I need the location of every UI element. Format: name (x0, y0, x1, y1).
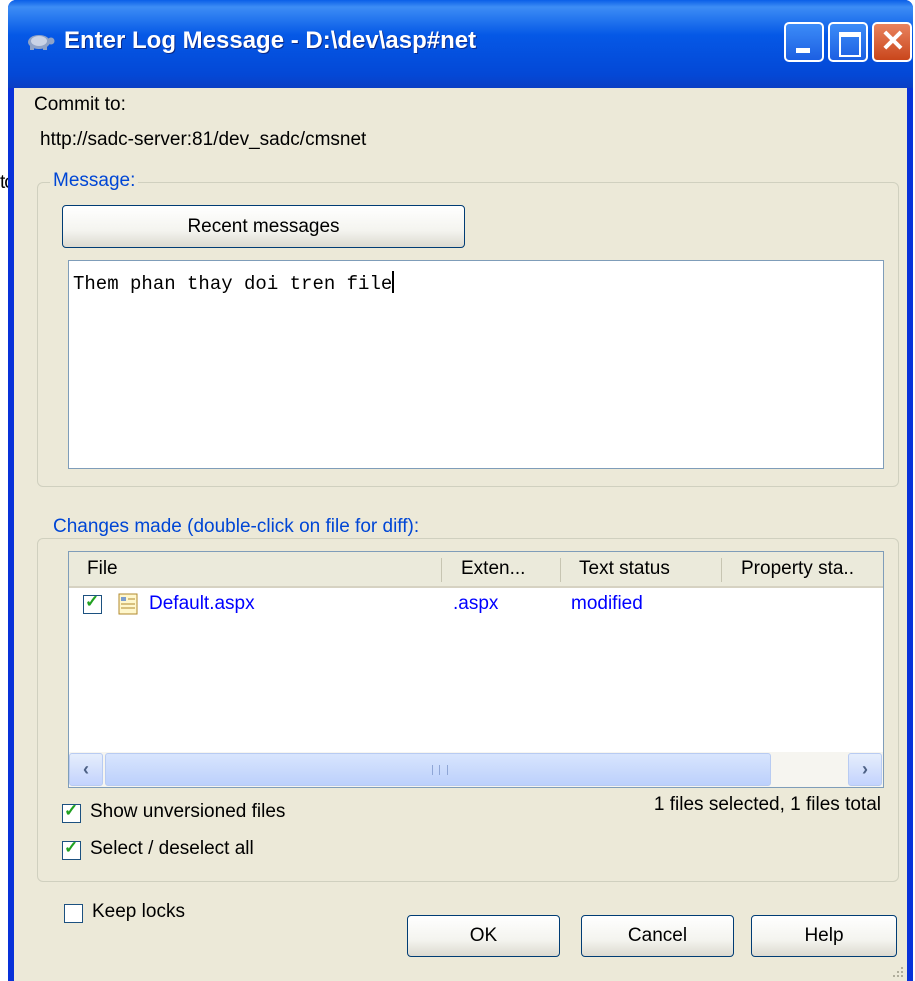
file-checkbox[interactable]: ✓ (83, 592, 102, 614)
show-unversioned-checkbox[interactable]: ✓ (62, 801, 81, 823)
column-divider[interactable] (721, 558, 722, 582)
ok-button[interactable]: OK (407, 915, 560, 957)
log-message-input[interactable]: Them phan thay doi tren file (68, 260, 884, 469)
select-all-label: Select / deselect all (90, 838, 254, 859)
file-extension: .aspx (453, 593, 499, 614)
message-group-legend: Message: (50, 170, 139, 192)
close-icon: ✕ (880, 25, 906, 58)
scrollbar-thumb[interactable] (105, 753, 771, 786)
check-icon: ✓ (64, 801, 79, 820)
file-icon (118, 593, 138, 615)
close-button[interactable]: ✕ (872, 22, 912, 62)
keep-locks-checkbox[interactable] (64, 904, 83, 923)
recent-messages-button[interactable]: Recent messages (62, 205, 465, 248)
column-divider[interactable] (560, 558, 561, 582)
scroll-left-button[interactable]: ‹ (69, 753, 103, 786)
scroll-right-button[interactable]: › (848, 753, 882, 786)
window-title: Enter Log Message - D:\dev\asp#net (64, 27, 477, 54)
help-button[interactable]: Help (751, 915, 897, 957)
column-divider[interactable] (441, 558, 442, 582)
horizontal-scrollbar[interactable]: ‹ › (69, 752, 883, 787)
commit-to-label: Commit to: (34, 94, 126, 115)
file-name: Default.aspx (149, 593, 255, 614)
file-text-status: modified (571, 593, 643, 614)
commit-url: http://sadc-server:81/dev_sadc/cmsnet (40, 129, 367, 150)
dialog-client-area: Commit to: http://sadc-server:81/dev_sad… (14, 88, 907, 981)
chevron-right-icon: › (862, 759, 868, 779)
maximize-icon (839, 32, 861, 57)
check-icon: ✓ (64, 838, 79, 857)
log-message-text: Them phan thay doi tren file (73, 273, 393, 295)
changes-group-legend: Changes made (double-click on file for d… (50, 516, 423, 538)
resize-grip-icon[interactable] (891, 965, 905, 979)
minimize-icon (796, 48, 810, 53)
chevron-left-icon: ‹ (83, 759, 89, 779)
changes-list[interactable]: File Exten... Text status Property sta..… (68, 551, 884, 788)
log-message-dialog: Enter Log Message - D:\dev\asp#net ✕ Com… (8, 0, 913, 981)
text-caret (392, 271, 395, 293)
table-row[interactable]: ✓ Default.aspx .aspx modified (69, 588, 883, 620)
grip-icon (432, 765, 448, 775)
tortoise-app-icon (28, 35, 55, 50)
list-header: File Exten... Text status Property sta.. (69, 552, 883, 588)
check-icon: ✓ (85, 592, 100, 611)
column-header-text-status[interactable]: Text status (579, 552, 719, 586)
selection-summary: 1 files selected, 1 files total (653, 794, 881, 815)
column-header-extension[interactable]: Exten... (461, 552, 551, 586)
cancel-button[interactable]: Cancel (581, 915, 734, 957)
column-header-file[interactable]: File (87, 552, 437, 586)
keep-locks-label: Keep locks (92, 901, 185, 922)
show-unversioned-label: Show unversioned files (90, 801, 286, 822)
maximize-button[interactable] (828, 22, 868, 62)
title-bar[interactable]: Enter Log Message - D:\dev\asp#net ✕ (8, 0, 913, 88)
column-header-property-status[interactable]: Property sta.. (741, 552, 881, 586)
minimize-button[interactable] (784, 22, 824, 62)
select-all-checkbox[interactable]: ✓ (62, 838, 81, 860)
